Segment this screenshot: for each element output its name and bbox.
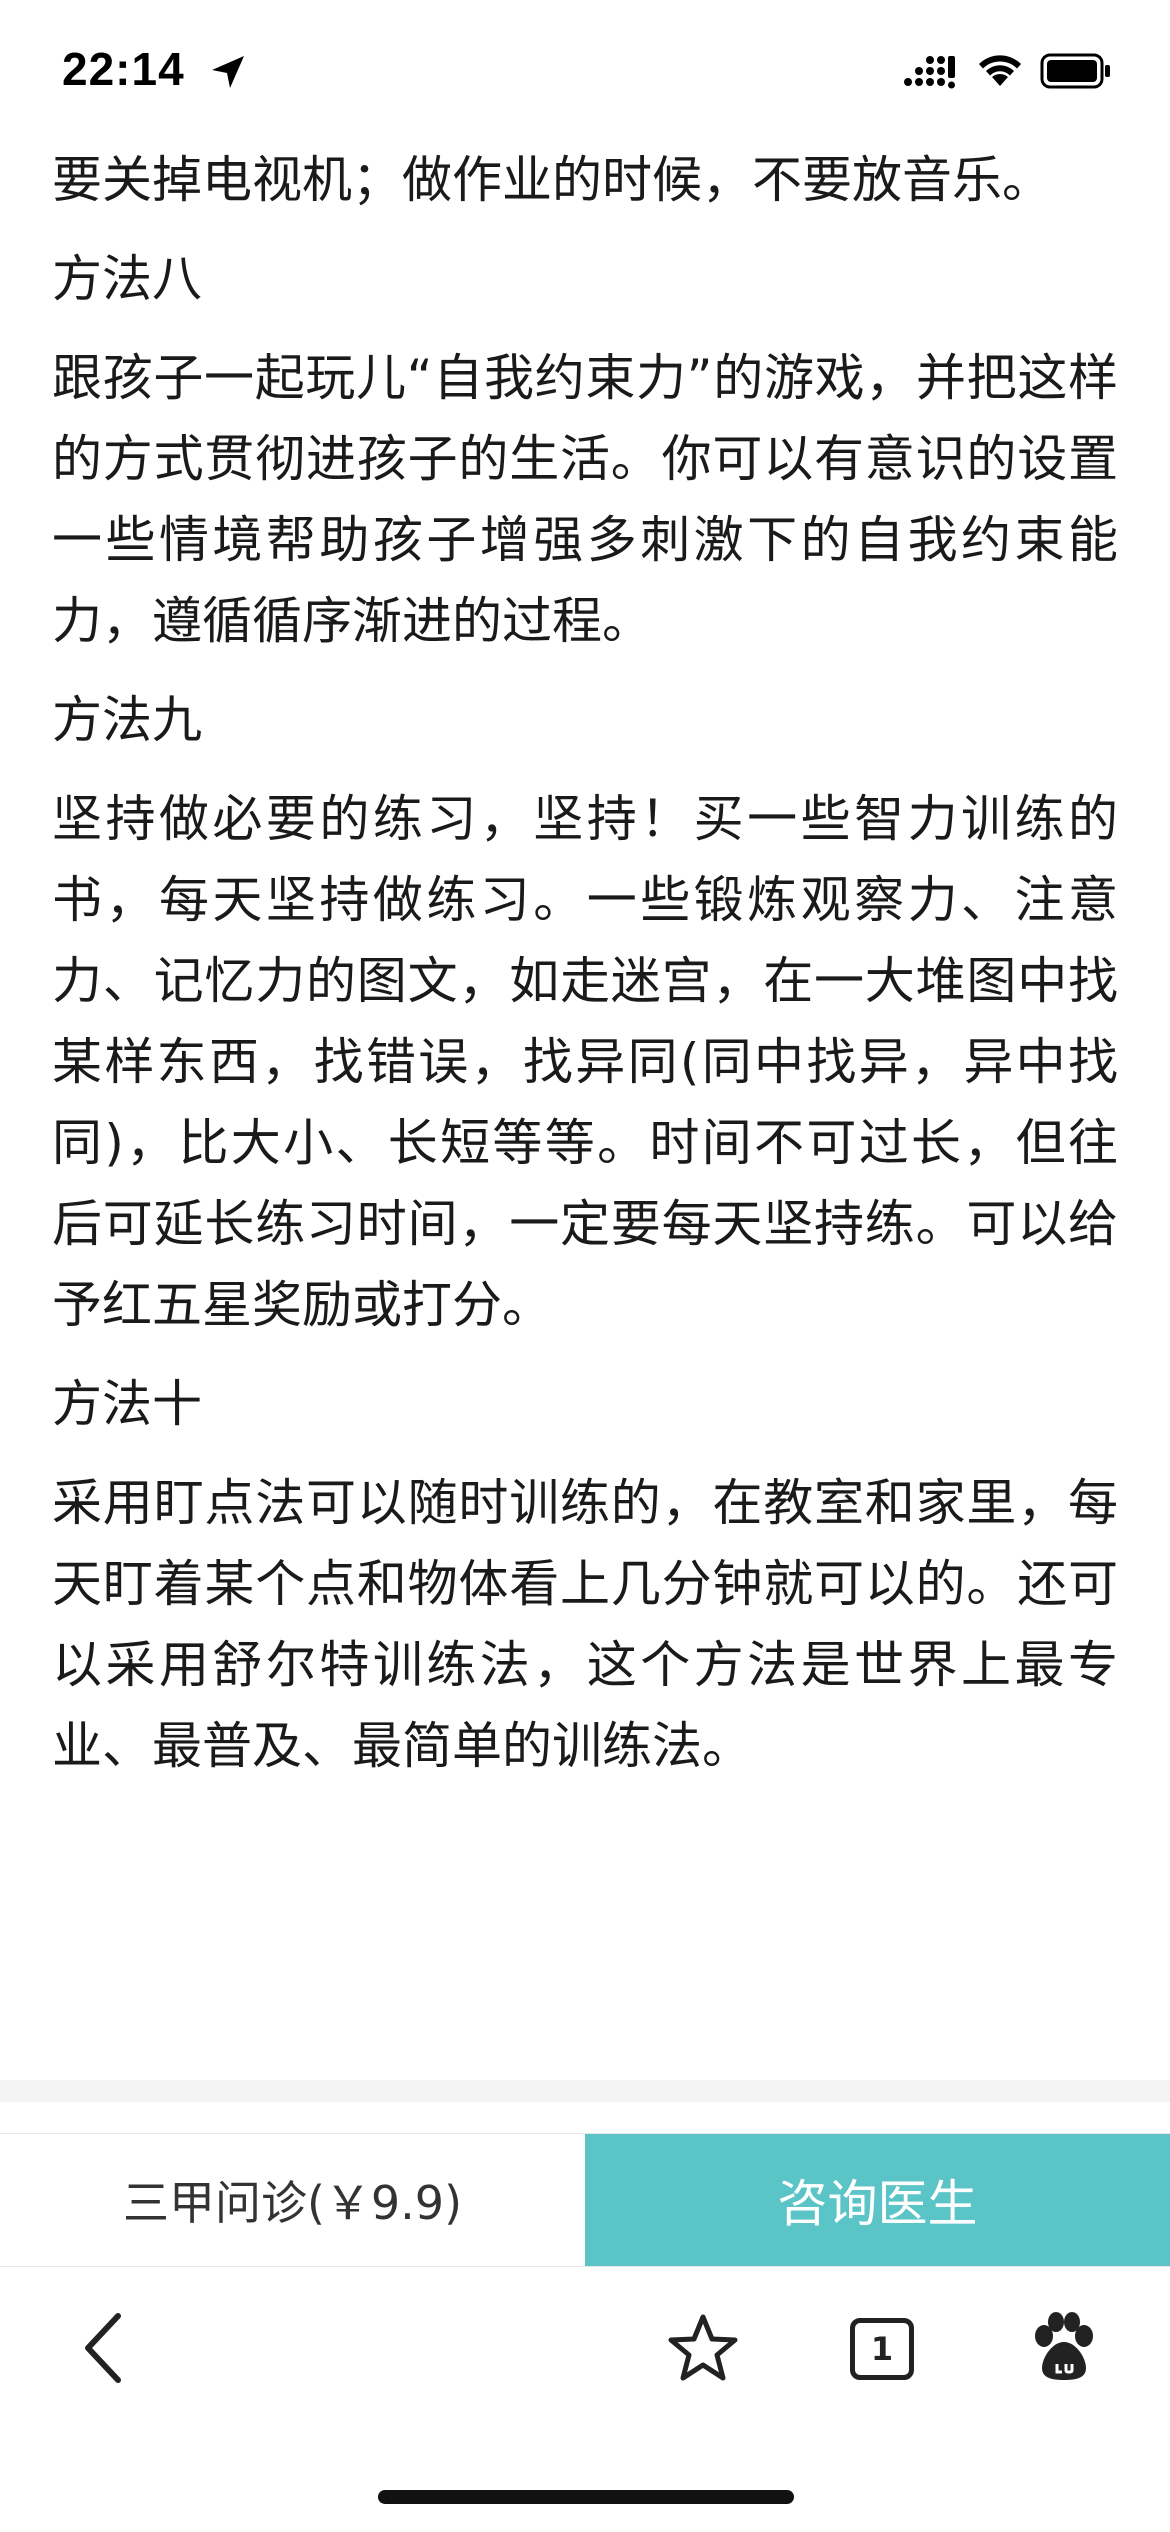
article-paragraph: 要关掉电视机；做作业的时候，不要放音乐。 [52,151,1052,209]
star-icon[interactable] [666,2312,740,2384]
section-heading: 方法十 [52,1375,202,1433]
back-chevron-icon[interactable] [78,2310,128,2386]
tertiary-consult-button[interactable]: 三甲问诊(￥9.9) [0,2134,585,2266]
wifi-icon [979,55,1021,86]
tabs-icon[interactable]: 1 [850,2318,914,2380]
location-arrow-icon [212,56,244,88]
consult-bar: 三甲问诊(￥9.9) 咨询医生 [0,2133,1170,2267]
section-heading: 方法九 [52,691,202,749]
section-heading: 方法八 [52,250,202,308]
article-paragraph: 坚持做必要的练习，坚持！买一些智力训练的书，每天坚持做练习。一些锻炼观察力、注意… [52,790,1118,1334]
status-bar: 22:14 [0,0,1170,140]
cellular-signal-icon [904,56,955,89]
home-indicator [378,2490,794,2504]
tab-count: 1 [870,2330,894,2368]
article-paragraph: 跟孩子一起玩儿“自我约束力”的游戏，并把这样的方式贯彻进孩子的生活。你可以有意识… [52,349,1118,650]
consult-doctor-button[interactable]: 咨询医生 [585,2134,1170,2266]
section-divider [0,2080,1170,2102]
article-body: 要关掉电视机；做作业的时候，不要放音乐。 方法八跟孩子一起玩儿“自我约束力”的游戏… [52,140,1118,1787]
status-time: 22:14 [62,43,185,95]
battery-icon [1040,53,1110,89]
baidu-paw-icon[interactable] [1030,2312,1098,2384]
article-paragraph: 采用盯点法可以随时训练的，在教室和家里，每天盯着某个点和物体看上几分钟就可以的。… [52,1474,1118,1775]
